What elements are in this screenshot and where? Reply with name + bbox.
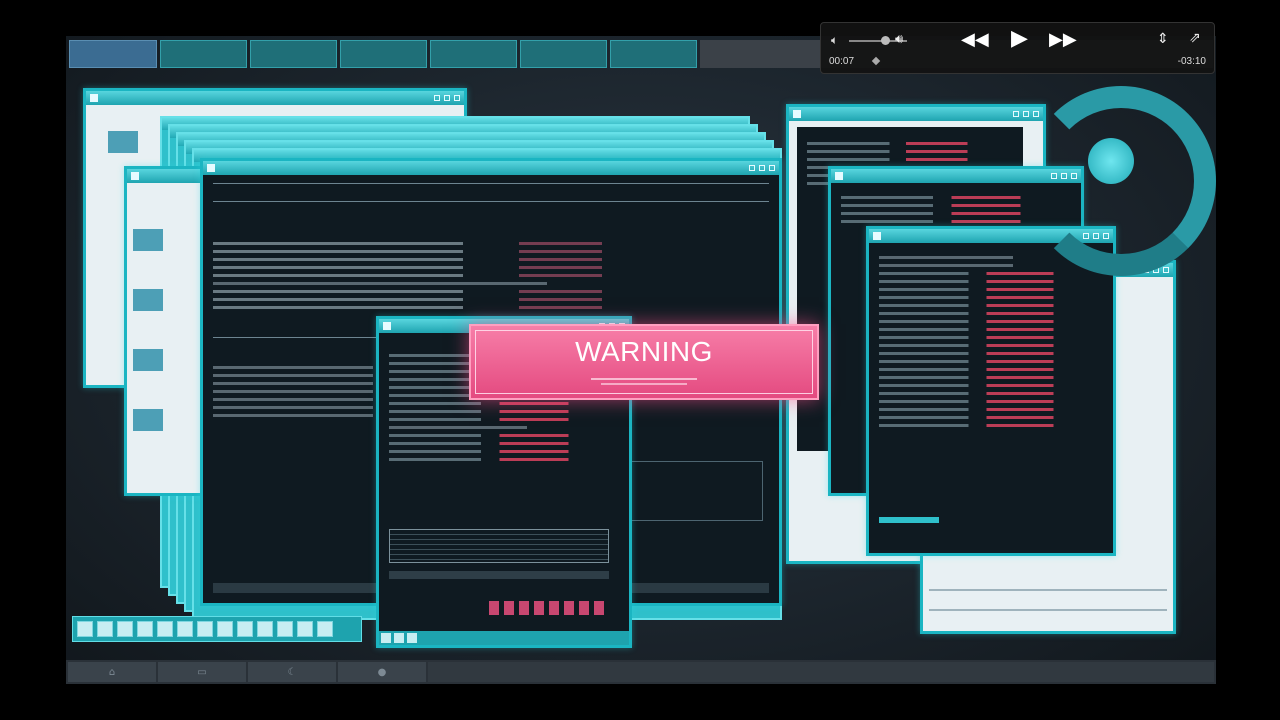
- volume-high-icon[interactable]: 🔊︎: [895, 32, 903, 47]
- bottom-taskbar: ⌂ ▭ ☾ ●: [66, 660, 1216, 684]
- toolbar-icon[interactable]: [237, 621, 253, 637]
- minimize-icon[interactable]: [749, 165, 755, 171]
- taskbar-tab[interactable]: [610, 40, 697, 68]
- video-frame: WARNING ⌂ ▭ ☾ ●: [66, 36, 1216, 684]
- video-player-controls: 🔈︎ 🔊︎ ◀◀ ▶ ▶▶ ⇕ ⇗ 00:07 -03:10: [820, 22, 1215, 74]
- current-time: 00:07: [829, 56, 855, 67]
- fullscreen-icon[interactable]: ⇕: [1157, 31, 1169, 47]
- minimize-icon[interactable]: [1013, 111, 1019, 117]
- radial-gauge: [1026, 86, 1216, 276]
- minimize-icon[interactable]: [434, 95, 440, 101]
- indicator-row: [489, 601, 609, 615]
- volume-slider-knob[interactable]: [881, 36, 890, 45]
- progress-bar: [879, 517, 939, 523]
- window-titlebar[interactable]: [789, 107, 1043, 121]
- close-icon[interactable]: [1163, 267, 1169, 273]
- taskbar-tab[interactable]: [160, 40, 247, 68]
- window-titlebar[interactable]: [86, 91, 464, 105]
- data-table: [389, 529, 609, 563]
- warning-title: WARNING: [575, 336, 713, 367]
- moon-icon[interactable]: ☾: [248, 662, 336, 682]
- maximize-icon[interactable]: [1023, 111, 1029, 117]
- window-titlebar[interactable]: [203, 161, 779, 175]
- toolbar-icon[interactable]: [77, 621, 93, 637]
- maximize-icon[interactable]: [444, 95, 450, 101]
- folder-icon[interactable]: [108, 131, 138, 153]
- toolbar-icon[interactable]: [317, 621, 333, 637]
- window-icon: [873, 232, 881, 240]
- progress-bar: [389, 571, 609, 579]
- toolbar-icon[interactable]: [157, 621, 173, 637]
- share-icon[interactable]: ⇗: [1189, 30, 1201, 46]
- window-titlebar[interactable]: [127, 169, 201, 183]
- window-icon: [207, 164, 215, 172]
- fast-forward-icon[interactable]: ▶▶: [1049, 29, 1077, 50]
- home-icon[interactable]: ⌂: [68, 662, 156, 682]
- start-button[interactable]: [69, 40, 157, 68]
- warning-dialog: WARNING: [469, 324, 819, 400]
- taskbar-tab[interactable]: [250, 40, 337, 68]
- toolbar-button[interactable]: [407, 633, 417, 643]
- toolbar-button[interactable]: [381, 633, 391, 643]
- maximize-icon[interactable]: [759, 165, 765, 171]
- play-icon[interactable]: ▶: [1011, 26, 1028, 51]
- scrubber-knob[interactable]: [871, 56, 881, 66]
- folder-icon[interactable]: [133, 229, 163, 251]
- icon-toolbar: [72, 616, 362, 642]
- close-icon[interactable]: [454, 95, 460, 101]
- close-icon[interactable]: [1033, 111, 1039, 117]
- window-icon: [90, 94, 98, 102]
- globe-icon[interactable]: ●: [338, 662, 426, 682]
- remaining-time: -03:10: [1177, 56, 1206, 67]
- taskbar-tab[interactable]: [340, 40, 427, 68]
- toolbar-button[interactable]: [394, 633, 404, 643]
- window-icon: [383, 322, 391, 330]
- toolbar-icon[interactable]: [297, 621, 313, 637]
- close-icon[interactable]: [769, 165, 775, 171]
- toolbar-icon[interactable]: [217, 621, 233, 637]
- toolbar-icon[interactable]: [277, 621, 293, 637]
- folder-icon[interactable]: [133, 349, 163, 371]
- gauge-core: [1088, 138, 1134, 184]
- toolbar-icon[interactable]: [177, 621, 193, 637]
- toolbar-icon[interactable]: [197, 621, 213, 637]
- toolbar-icon[interactable]: [257, 621, 273, 637]
- taskbar-tab[interactable]: [430, 40, 517, 68]
- toolbar-icon[interactable]: [97, 621, 113, 637]
- mail-icon[interactable]: ▭: [158, 662, 246, 682]
- taskbar-tab[interactable]: [520, 40, 607, 68]
- rewind-icon[interactable]: ◀◀: [961, 29, 989, 50]
- toolbar-icon[interactable]: [137, 621, 153, 637]
- log-window: [866, 226, 1116, 556]
- toolbar-icon[interactable]: [117, 621, 133, 637]
- folder-icon[interactable]: [133, 409, 163, 431]
- volume-low-icon[interactable]: 🔈︎: [831, 33, 838, 48]
- folder-icon[interactable]: [133, 289, 163, 311]
- side-white-window: [124, 166, 204, 496]
